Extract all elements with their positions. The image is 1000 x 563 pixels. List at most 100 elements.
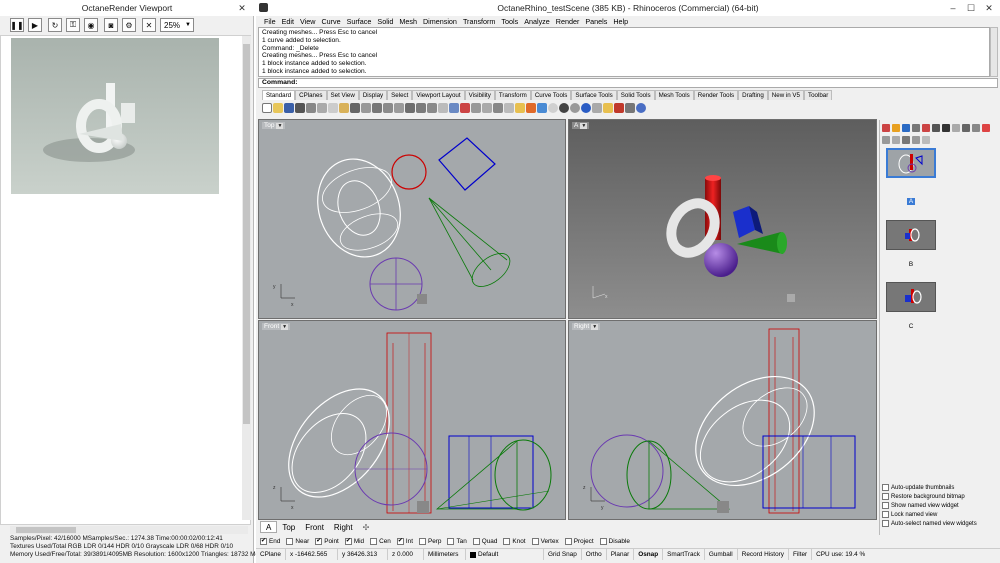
properties-tab-icon[interactable] bbox=[882, 124, 890, 132]
checkbox[interactable] bbox=[418, 538, 426, 545]
osnap-tan[interactable]: Tan bbox=[447, 538, 467, 545]
checkbox-checked[interactable]: ✔ bbox=[260, 538, 267, 545]
checkbox[interactable] bbox=[472, 538, 480, 545]
select-icon[interactable] bbox=[471, 103, 481, 113]
tab-transform[interactable]: Transform bbox=[494, 90, 531, 100]
maximize-icon[interactable]: ☐ bbox=[962, 0, 980, 16]
lasso-icon[interactable] bbox=[482, 103, 492, 113]
tab-surface-tools[interactable]: Surface Tools bbox=[571, 90, 617, 100]
viewport-label[interactable]: Right ▼ bbox=[572, 323, 601, 330]
menu-render[interactable]: Render bbox=[554, 16, 584, 27]
tab-display[interactable]: Display bbox=[358, 90, 388, 100]
tab-solid-tools[interactable]: Solid Tools bbox=[616, 90, 655, 100]
tab-cplanes[interactable]: CPlanes bbox=[295, 90, 327, 100]
checkbox-checked[interactable]: ✔ bbox=[396, 538, 404, 545]
lock-icon[interactable] bbox=[515, 103, 525, 113]
viewport-tab-a[interactable]: A bbox=[260, 521, 278, 533]
edit-view-icon[interactable] bbox=[972, 124, 980, 132]
checkbox[interactable] bbox=[882, 502, 889, 509]
region-icon[interactable]: ◉ bbox=[84, 18, 98, 32]
layers-tab-icon[interactable] bbox=[892, 124, 900, 132]
osnap-perp[interactable]: Perp bbox=[418, 538, 441, 545]
checkbox[interactable] bbox=[531, 538, 539, 545]
zoom-select[interactable]: 25% ▼ bbox=[160, 18, 194, 32]
viewport-top[interactable]: x y Top ▼ bbox=[258, 119, 566, 319]
osnap-point[interactable]: ✔ Point bbox=[315, 538, 339, 545]
paste-icon[interactable] bbox=[339, 103, 349, 113]
ghosted-icon[interactable] bbox=[570, 103, 580, 113]
add-viewport-icon[interactable]: ✣ bbox=[358, 521, 375, 533]
tab-visibility[interactable]: Visibility bbox=[464, 90, 495, 100]
named-view-thumbnail-b[interactable] bbox=[886, 220, 936, 250]
mode-icon[interactable]: ⚙ bbox=[122, 18, 136, 32]
properties-icon[interactable] bbox=[306, 103, 316, 113]
four-viewports-icon[interactable] bbox=[427, 103, 437, 113]
menu-edit[interactable]: Edit bbox=[280, 16, 298, 27]
status-osnap[interactable]: Osnap bbox=[634, 549, 664, 560]
tab-new-in-v5[interactable]: New in V5 bbox=[767, 90, 804, 100]
lights-tab-icon[interactable] bbox=[922, 124, 930, 132]
new-view-icon[interactable] bbox=[962, 124, 970, 132]
menu-mesh[interactable]: Mesh bbox=[397, 16, 421, 27]
menu-analyze[interactable]: Analyze bbox=[522, 16, 554, 27]
tab-standard[interactable]: Standard bbox=[262, 90, 296, 100]
status-grid-snap[interactable]: Grid Snap bbox=[544, 549, 582, 560]
checkbox[interactable] bbox=[882, 484, 889, 491]
osnap-int[interactable]: ✔ Int bbox=[396, 538, 413, 545]
menu-panels[interactable]: Panels bbox=[583, 16, 611, 27]
osnap-mid[interactable]: ✔ Mid bbox=[344, 538, 364, 545]
viewport-tab-right[interactable]: Right bbox=[329, 521, 358, 533]
material-icon[interactable] bbox=[581, 103, 591, 113]
viewport-label[interactable]: Front ▼ bbox=[262, 323, 291, 330]
materials-tab-icon[interactable] bbox=[902, 124, 910, 132]
named-view-thumbnail-c[interactable] bbox=[886, 282, 936, 312]
zoom-extents-icon[interactable] bbox=[405, 103, 415, 113]
menu-solid[interactable]: Solid bbox=[375, 16, 397, 27]
lock-icon[interactable]: ⚿ bbox=[66, 18, 80, 32]
status-record-history[interactable]: Record History bbox=[738, 549, 789, 560]
help-tab-icon[interactable] bbox=[952, 124, 960, 132]
viewport-right[interactable]: y z Right ▼ bbox=[568, 320, 877, 520]
octane-horizontal-scrollbar[interactable] bbox=[10, 526, 248, 534]
osnap-project[interactable]: Project bbox=[564, 538, 594, 545]
viewport-front[interactable]: x z Front ▼ bbox=[258, 320, 566, 520]
cut-icon[interactable] bbox=[317, 103, 327, 113]
osnap-end[interactable]: ✔ End bbox=[260, 538, 280, 545]
shaded-icon[interactable] bbox=[548, 103, 558, 113]
history-scrollbar[interactable] bbox=[990, 27, 998, 77]
octane-close-icon[interactable]: ✕ bbox=[232, 0, 252, 16]
status-layer[interactable]: Default bbox=[466, 549, 544, 560]
light-icon[interactable] bbox=[603, 103, 613, 113]
option-lock-view[interactable]: Lock named view bbox=[882, 511, 937, 518]
tab-select[interactable]: Select bbox=[387, 90, 413, 100]
checkbox[interactable] bbox=[286, 538, 294, 545]
checkbox[interactable] bbox=[599, 538, 607, 545]
checkbox[interactable] bbox=[503, 538, 511, 545]
scrollbar-thumb[interactable] bbox=[16, 527, 76, 533]
open-folder-icon[interactable] bbox=[273, 103, 283, 113]
lightbulb-icon[interactable] bbox=[504, 103, 514, 113]
named-view-thumbnail-a[interactable] bbox=[886, 148, 936, 178]
osnap-quad[interactable]: Quad bbox=[472, 538, 497, 545]
menu-transform[interactable]: Transform bbox=[461, 16, 499, 27]
pan-icon[interactable] bbox=[361, 103, 371, 113]
settings-tab-icon[interactable] bbox=[942, 124, 950, 132]
layer-icon[interactable] bbox=[526, 103, 536, 113]
hide-icon[interactable] bbox=[493, 103, 503, 113]
import-icon[interactable] bbox=[912, 136, 920, 144]
zoom-selected-icon[interactable] bbox=[416, 103, 426, 113]
viewport-label[interactable]: A ▼ bbox=[572, 122, 590, 129]
status-gumball[interactable]: Gumball bbox=[705, 549, 738, 560]
checkbox-checked[interactable]: ✔ bbox=[344, 538, 352, 545]
minimize-icon[interactable]: – bbox=[944, 0, 962, 16]
menu-help[interactable]: Help bbox=[611, 16, 632, 27]
car-icon[interactable] bbox=[460, 103, 470, 113]
viewport-tab-front[interactable]: Front bbox=[300, 521, 329, 533]
viewport-perspective[interactable]: x A ▼ bbox=[568, 119, 877, 319]
zoom-icon[interactable] bbox=[383, 103, 393, 113]
zoom-window-icon[interactable] bbox=[394, 103, 404, 113]
stop-icon[interactable]: ✕ bbox=[142, 18, 156, 32]
tab-set-view[interactable]: Set View bbox=[326, 90, 359, 100]
checkbox[interactable] bbox=[370, 538, 378, 545]
copy-icon[interactable] bbox=[328, 103, 338, 113]
